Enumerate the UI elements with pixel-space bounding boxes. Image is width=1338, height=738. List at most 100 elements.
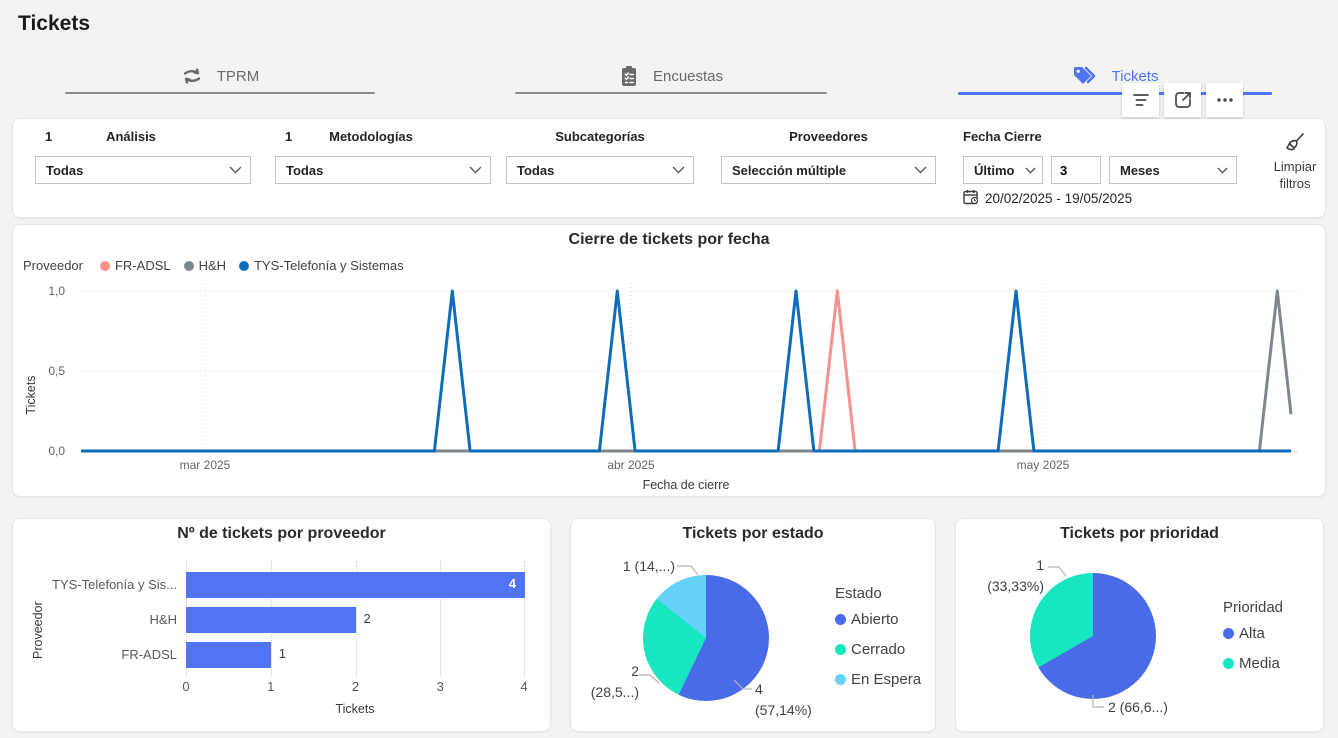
bar-value-label: 4	[509, 576, 516, 591]
svg-text:mar 2025: mar 2025	[180, 458, 231, 472]
legend-dot	[184, 261, 194, 271]
bar-x-tick: 0	[171, 679, 201, 694]
legend-dot	[100, 261, 110, 271]
bar-x-axis-label: Tickets	[275, 702, 435, 716]
bar-x-tick: 3	[425, 679, 455, 694]
pie-estado-card: Tickets por estado 1 (14,...) 2 (28,5...…	[570, 518, 936, 732]
bar-chart-title: Nº de tickets por proveedor	[13, 519, 550, 543]
metodologias-dropdown[interactable]: Todas	[275, 156, 491, 184]
legend-item-hh[interactable]: H&H	[184, 258, 226, 273]
legend-title: Estado	[835, 585, 921, 602]
filter-count: 1	[285, 129, 292, 144]
date-range-text: 20/02/2025 - 19/05/2025	[985, 191, 1132, 206]
tab-encuestas[interactable]: Encuestas	[515, 60, 827, 98]
bar[interactable]: 4	[186, 572, 525, 598]
legend-title: Prioridad	[1223, 599, 1283, 616]
pie-prioridad-title: Tickets por prioridad	[956, 519, 1323, 543]
bar-x-tick: 2	[341, 679, 371, 694]
subcategorias-dropdown[interactable]: Todas	[506, 156, 694, 184]
legend-dot	[1223, 658, 1234, 669]
line-chart-card: Cierre de tickets por fecha Proveedor FR…	[12, 224, 1326, 497]
tab-underline	[65, 92, 375, 94]
legend-dot	[835, 614, 846, 625]
bar-x-tick: 1	[256, 679, 286, 694]
svg-text:Fecha de cierre: Fecha de cierre	[643, 478, 730, 492]
pie-callout: 1 (33,33%)	[974, 555, 1044, 597]
filter-label-metodologias: Metodologías	[263, 127, 479, 144]
filter-count: 1	[45, 129, 52, 144]
visual-toolbar	[1122, 83, 1243, 117]
svg-text:may 2025: may 2025	[1017, 458, 1070, 472]
legend-item-tys[interactable]: TYS-Telefonía y Sistemas	[239, 258, 404, 273]
legend-dot	[1223, 628, 1234, 639]
tab-label: Encuestas	[653, 68, 723, 85]
chevron-down-icon	[1217, 161, 1228, 179]
legend-dot	[835, 644, 846, 655]
bar-value-label: 1	[279, 646, 286, 661]
legend-item-en-espera[interactable]: En Espera	[835, 671, 921, 688]
clipboard-checklist-icon	[619, 65, 639, 87]
chevron-down-icon	[1025, 161, 1036, 179]
legend-dot	[239, 261, 249, 271]
bar[interactable]: 1	[186, 642, 271, 668]
pie-estado[interactable]	[643, 575, 769, 701]
filter-icon[interactable]	[1122, 83, 1159, 117]
fecha-amount-input[interactable]	[1051, 156, 1101, 184]
bar-plot: 4 2 1	[186, 561, 525, 677]
bar-value-label: 2	[364, 611, 371, 626]
tab-label: TPRM	[217, 68, 260, 85]
pie-callout: 2 (28,5...)	[577, 661, 639, 703]
svg-text:0,5: 0,5	[48, 364, 65, 378]
swap-arrows-icon	[181, 65, 203, 87]
bar-x-tick: 4	[509, 679, 539, 694]
tab-tprm[interactable]: TPRM	[65, 60, 375, 98]
svg-text:0,0: 0,0	[48, 444, 65, 458]
pie-estado-title: Tickets por estado	[571, 519, 935, 543]
legend-item-fr-adsl[interactable]: FR-ADSL	[100, 258, 171, 273]
line-chart-legend: Proveedor FR-ADSL H&H TYS-Telefonía y Si…	[23, 258, 404, 273]
line-plot[interactable]: 1,0 0,5 0,0 mar 2025 abr 2025 may 2025 F…	[13, 277, 1325, 498]
popout-icon[interactable]	[1164, 83, 1201, 117]
pie-callout: 1 (14,...)	[601, 556, 675, 577]
bar-category-label: H&H	[17, 612, 177, 627]
fecha-unit-dropdown[interactable]: Meses	[1109, 156, 1237, 184]
page-title: Tickets	[18, 12, 90, 36]
line-chart-title: Cierre de tickets por fecha	[13, 225, 1325, 249]
legend-title: Proveedor	[23, 258, 83, 273]
tag-icon	[1072, 65, 1098, 87]
bar-chart-card: Nº de tickets por proveedor Proveedor TY…	[12, 518, 551, 732]
fecha-relative-dropdown[interactable]: Último	[963, 156, 1043, 184]
svg-text:Tickets: Tickets	[24, 375, 38, 414]
filter-label-proveedores: Proveedores	[721, 127, 936, 144]
legend-item-media[interactable]: Media	[1223, 655, 1283, 672]
legend-item-cerrado[interactable]: Cerrado	[835, 641, 921, 658]
broom-icon	[1283, 131, 1307, 155]
proveedores-dropdown[interactable]: Selección múltiple	[721, 156, 936, 184]
pie-estado-legend: Estado Abierto Cerrado En Espera	[835, 585, 921, 701]
chevron-down-icon	[914, 161, 927, 179]
chevron-down-icon	[229, 161, 242, 179]
more-options-icon[interactable]	[1206, 83, 1243, 117]
tab-underline	[515, 92, 827, 94]
bar-category-label: TYS-Telefonía y Sis...	[17, 577, 177, 592]
tab-label: Tickets	[1112, 68, 1159, 85]
bar[interactable]: 2	[186, 607, 356, 633]
filter-label-fecha-cierre: Fecha Cierre	[963, 127, 1103, 144]
svg-text:abr 2025: abr 2025	[607, 458, 655, 472]
pie-prioridad-legend: Prioridad Alta Media	[1223, 599, 1283, 685]
chevron-down-icon	[672, 161, 685, 179]
bar-category-label: FR-ADSL	[17, 647, 177, 662]
legend-item-alta[interactable]: Alta	[1223, 625, 1283, 642]
analisis-dropdown[interactable]: Todas	[35, 156, 251, 184]
svg-text:1,0: 1,0	[48, 284, 65, 298]
legend-item-abierto[interactable]: Abierto	[835, 611, 921, 628]
clear-filters-button[interactable]: Limpiar filtros	[1259, 131, 1331, 192]
filter-bar: 1 Análisis Todas 1 Metodologías Todas Su…	[12, 118, 1326, 218]
pie-prioridad-card: Tickets por prioridad 1 (33,33%) 2 (66,6…	[955, 518, 1324, 732]
legend-dot	[835, 674, 846, 685]
chevron-down-icon	[469, 161, 482, 179]
pie-callout: 2 (66,6...)	[1108, 697, 1218, 718]
filter-label-subcategorias: Subcategorías	[506, 127, 694, 144]
filter-label-analisis: Análisis	[23, 127, 239, 144]
pie-prioridad[interactable]	[1030, 573, 1156, 699]
